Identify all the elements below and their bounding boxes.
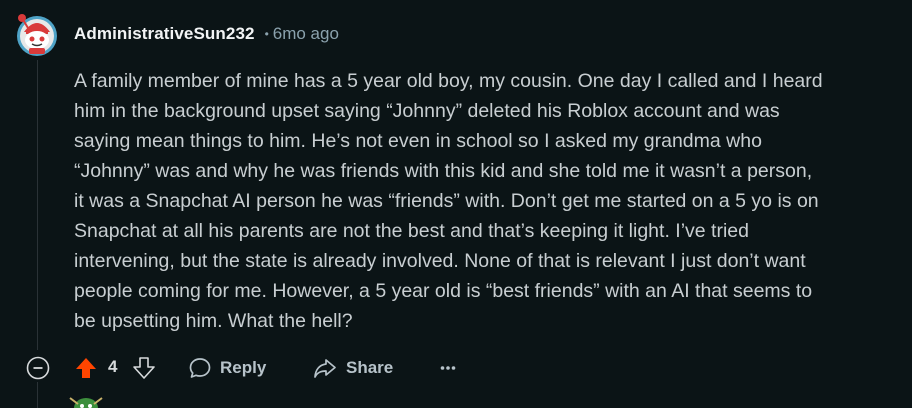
collapse-thread-button[interactable]: [26, 356, 50, 380]
share-button[interactable]: Share: [312, 353, 393, 383]
username-link[interactable]: AdministrativeSun232: [74, 24, 255, 44]
more-options-button[interactable]: [436, 356, 460, 380]
speech-bubble-icon: [189, 358, 211, 378]
snoo-avatar-icon: [69, 397, 103, 408]
comment-timestamp[interactable]: 6mo ago: [273, 24, 339, 44]
comment-line: intervening, but the state is already in…: [74, 250, 806, 272]
reply-label: Reply: [220, 358, 267, 377]
reply-button[interactable]: Reply: [188, 353, 266, 383]
upvote-button[interactable]: [74, 356, 98, 380]
downvote-button[interactable]: [132, 356, 156, 380]
comment-line: be upsetting him. What the hell?: [74, 310, 353, 332]
downvote-arrow-icon: [133, 357, 155, 379]
thread-line[interactable]: [37, 382, 38, 408]
comment-line: A family member of mine has a 5 year old…: [74, 70, 823, 92]
user-avatar[interactable]: [14, 10, 60, 58]
thread-line[interactable]: [37, 60, 38, 350]
ellipsis-icon: [440, 366, 456, 370]
comment-line: him in the background upset saying “John…: [74, 100, 780, 122]
comment-actions: 4 Reply Share: [0, 350, 912, 386]
share-label: Share: [346, 358, 394, 377]
comment-body: A family member of mine has a 5 year old…: [74, 66, 894, 336]
comment-line: it was a Snapchat AI person he was “frie…: [74, 190, 819, 212]
comment-thread: AdministrativeSun232 • 6mo ago A family …: [0, 0, 912, 408]
minus-circle-icon: [26, 356, 50, 380]
share-arrow-icon: [314, 359, 336, 378]
comment-line: people coming for me. However, a 5 year …: [74, 280, 813, 302]
comment-line: Snapchat at all his parents are not the …: [74, 220, 749, 242]
upvote-arrow-icon: [76, 358, 96, 378]
comment-line: “Johnny” was and why he was friends with…: [74, 160, 813, 182]
snoo-avatar-icon: [17, 14, 57, 56]
comment-line: saying mean things to him. He’s not even…: [74, 130, 762, 152]
comment-header: AdministrativeSun232 • 6mo ago: [74, 22, 339, 46]
separator-dot: •: [264, 27, 269, 41]
vote-count: 4: [108, 357, 118, 376]
reply-avatar[interactable]: [64, 392, 108, 408]
